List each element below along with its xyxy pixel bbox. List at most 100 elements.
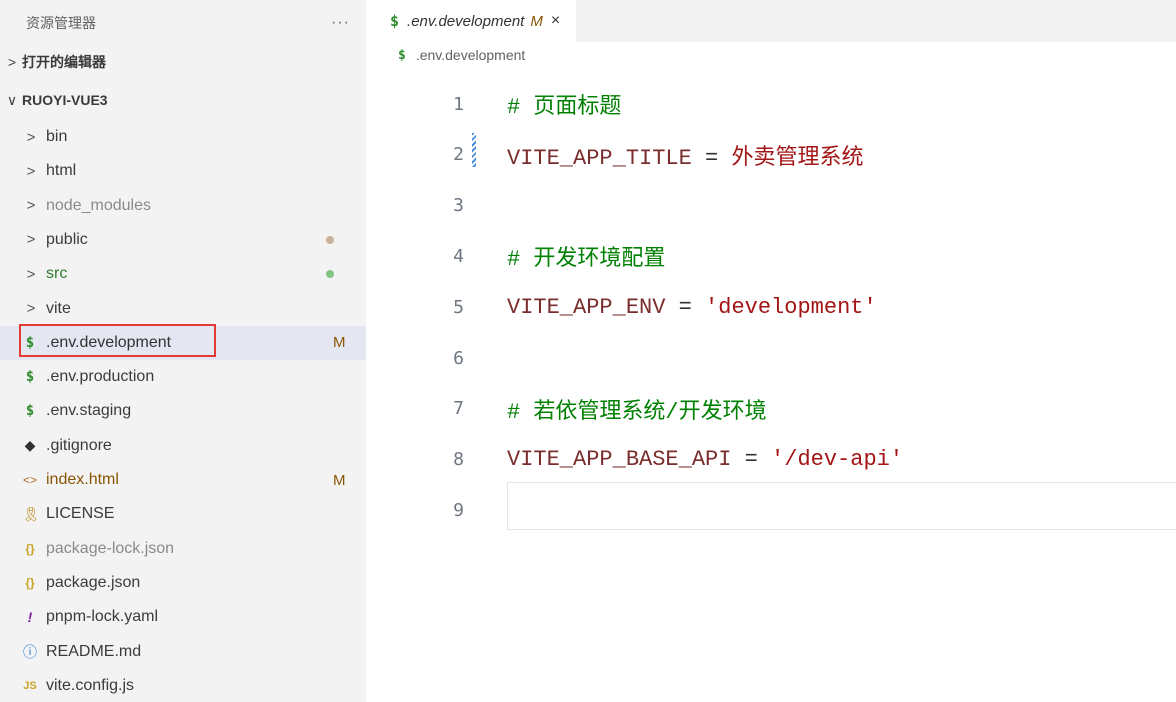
line-number: 9: [453, 499, 464, 521]
tree-item-env-development[interactable]: $ .env.development M: [0, 325, 366, 360]
code-assignment: VITE_APP_BASE_API = '/dev-api': [507, 447, 903, 472]
open-editors-section[interactable]: > 打开的编辑器: [0, 46, 366, 78]
project-label: RUOYI-VUE3: [22, 92, 108, 108]
chevron-right-icon: >: [26, 128, 36, 146]
line-number: 8: [453, 449, 464, 471]
git-status-dot: [326, 270, 334, 279]
chevron-right-icon: >: [7, 54, 17, 70]
tree-item-label: src: [46, 265, 68, 283]
code-line[interactable]: 5 VITE_APP_ENV = 'development': [366, 281, 1176, 333]
assign-operator: =: [665, 294, 706, 320]
env-key: VITE_APP_ENV: [507, 294, 666, 320]
breadcrumb[interactable]: $ .env.development: [366, 42, 1176, 68]
tab-env-development[interactable]: $ .env.development M ×: [366, 0, 577, 42]
tree-item-label: pnpm-lock.yaml: [46, 608, 159, 626]
editor-area: $ .env.development M × $ .env.developmen…: [366, 0, 1176, 702]
line-number: 5: [453, 296, 464, 318]
tree-item-readme-md[interactable]: ⓘ README.md: [0, 635, 366, 669]
tree-item-label: html: [46, 162, 77, 180]
code-comment: # 若依管理系统/开发环境: [507, 399, 767, 425]
tree-item-label: node_modules: [46, 196, 151, 214]
close-icon[interactable]: ×: [551, 12, 560, 30]
chevron-right-icon: >: [26, 162, 36, 180]
tab-bar: $ .env.development M ×: [366, 0, 1176, 42]
line-number: 3: [453, 195, 464, 217]
git-modified-badge: M: [333, 471, 346, 489]
code-assignment: VITE_APP_ENV = 'development': [507, 295, 877, 320]
env-file-icon: $: [25, 403, 35, 420]
env-file-icon: $: [398, 47, 406, 63]
git-status-dot: [326, 235, 334, 244]
env-key: VITE_APP_BASE_API: [507, 447, 732, 473]
tree-item-label: package-lock.json: [46, 539, 175, 557]
js-file-icon: JS: [23, 679, 37, 692]
json-file-icon: {}: [25, 541, 35, 556]
code-comment: # 页面标题: [507, 95, 622, 120]
chevron-right-icon: >: [26, 265, 36, 283]
explorer-title: 资源管理器: [26, 15, 96, 31]
tree-item-label: .gitignore: [46, 436, 112, 454]
code-comment: # 开发环境配置: [507, 247, 666, 273]
tree-item-label: bin: [46, 128, 68, 145]
json-file-icon: {}: [25, 575, 35, 590]
tree-item-public[interactable]: > public: [0, 223, 366, 257]
tree-item-license[interactable]: 🎗 LICENSE: [0, 497, 366, 531]
tree-item-node-modules[interactable]: > node_modules: [0, 189, 366, 223]
git-modified-badge: M: [333, 334, 346, 352]
tree-item-label: .env.production: [46, 368, 155, 386]
tree-item-src[interactable]: > src: [0, 257, 366, 291]
code-line[interactable]: 2 VITE_APP_TITLE = 外卖管理系统: [366, 129, 1176, 181]
tree-item-label: LICENSE: [46, 505, 115, 523]
tree-item-label: vite: [46, 299, 71, 317]
tree-item-package-lock-json[interactable]: {} package-lock.json: [0, 532, 366, 566]
line-number: 4: [453, 245, 464, 267]
code-line[interactable]: 4 # 开发环境配置: [366, 230, 1176, 282]
tree-item-label: public: [46, 230, 88, 248]
explorer-sidebar: 资源管理器 ··· > 打开的编辑器 ∨ RUOYI-VUE3 > bin > htm…: [0, 0, 366, 702]
tree-item-vite[interactable]: > vite: [0, 292, 366, 326]
tree-item-label: package.json: [46, 573, 141, 591]
tree-item-label: README.md: [46, 642, 142, 660]
tree-item-vite-config-js[interactable]: JS vite.config.js: [0, 669, 366, 702]
tree-item-pnpm-lock-yaml[interactable]: ! pnpm-lock.yaml: [0, 600, 366, 634]
breadcrumb-label: .env.development: [415, 47, 526, 63]
assign-operator: =: [731, 447, 772, 473]
tree-item-bin[interactable]: > bin: [0, 120, 366, 154]
tab-modified-indicator: M: [530, 12, 543, 30]
code-line[interactable]: 1 # 页面标题: [366, 78, 1176, 130]
code-line[interactable]: 8 VITE_APP_BASE_API = '/dev-api': [366, 434, 1176, 486]
chevron-right-icon: >: [26, 231, 36, 249]
tree-item-index-html[interactable]: <> index.html M: [0, 463, 366, 497]
tree-item-label: .env.staging: [46, 402, 132, 420]
assign-operator: =: [691, 145, 732, 171]
code-line[interactable]: 7 # 若依管理系统/开发环境: [366, 383, 1176, 435]
tree-item-package-json[interactable]: {} package.json: [0, 566, 366, 600]
git-file-icon: ◆: [24, 437, 36, 454]
project-section[interactable]: ∨ RUOYI-VUE3: [0, 84, 366, 116]
tree-item-label: vite.config.js: [46, 676, 135, 694]
env-file-icon: $: [25, 369, 35, 386]
env-value: '/dev-api': [771, 447, 904, 473]
tree-item-label: index.html: [46, 471, 119, 488]
tree-item-label: .env.development: [46, 333, 172, 351]
tree-item-gitignore[interactable]: ◆ .gitignore: [0, 429, 366, 463]
env-value: 'development': [705, 294, 877, 320]
line-number: 6: [453, 347, 464, 369]
tree-item-env-staging[interactable]: $ .env.staging: [0, 394, 366, 428]
git-modified-gutter-mark: [472, 133, 476, 167]
code-line[interactable]: 6: [366, 332, 1176, 384]
tab-filename: .env.development: [407, 12, 525, 30]
open-editors-label: 打开的编辑器: [22, 54, 106, 70]
html-file-icon: <>: [22, 473, 37, 487]
code-line[interactable]: 3: [366, 180, 1176, 232]
tree-item-html[interactable]: > html: [0, 154, 366, 188]
info-file-icon: ⓘ: [23, 643, 37, 660]
tree-item-env-production[interactable]: $ .env.production: [0, 360, 366, 394]
tab-bar-empty: [576, 0, 1176, 42]
env-key: VITE_APP_TITLE: [507, 145, 692, 171]
more-actions-button[interactable]: ···: [331, 14, 350, 32]
yaml-file-icon: !: [27, 609, 33, 626]
current-line-highlight: [507, 482, 1176, 530]
license-file-icon: 🎗: [22, 505, 40, 522]
env-value: 外卖管理系统: [731, 145, 864, 171]
